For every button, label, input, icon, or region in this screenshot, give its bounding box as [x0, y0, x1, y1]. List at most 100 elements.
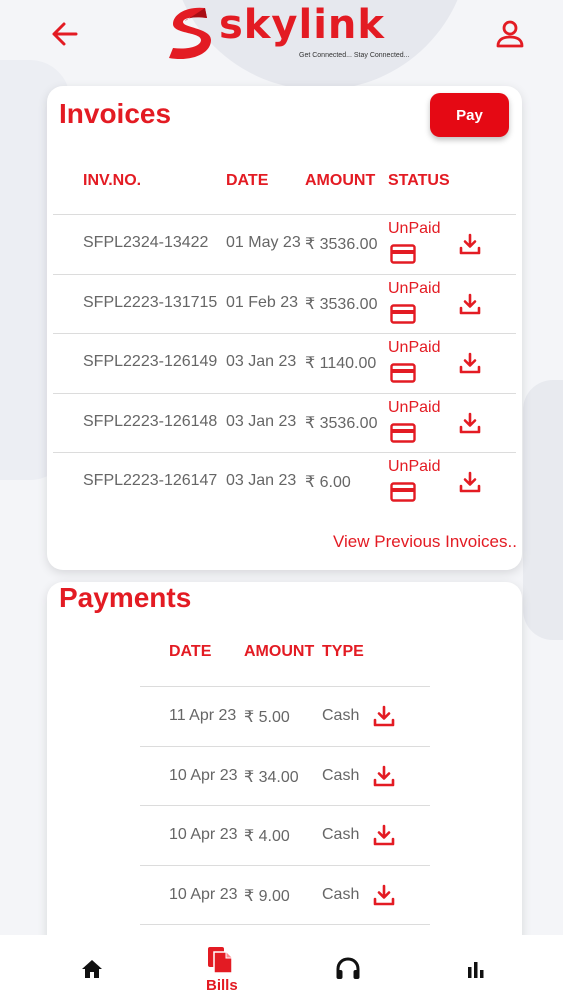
nav-bills-label: Bills	[206, 977, 238, 994]
payment-date: 10 Apr 23	[169, 885, 238, 903]
payment-amount: ₹ 5.00	[244, 709, 290, 726]
column-header-amount: AMOUNT	[244, 643, 315, 660]
profile-button[interactable]	[494, 18, 526, 50]
payment-date: 11 Apr 23	[169, 707, 237, 724]
payment-type: Cash	[322, 707, 360, 724]
column-header-date: DATE	[169, 643, 212, 660]
download-icon	[373, 824, 395, 846]
download-button[interactable]	[372, 764, 396, 788]
pay-card-button[interactable]	[390, 482, 416, 502]
payment-type: Cash	[322, 766, 360, 784]
invoice-date: 01 May 23	[226, 234, 301, 251]
row-divider	[53, 392, 516, 394]
status-badge: UnPaid	[388, 398, 441, 416]
back-button[interactable]	[50, 20, 80, 48]
row-divider	[140, 864, 430, 866]
row-divider	[140, 805, 430, 806]
column-header-inv-no: INV.NO.	[83, 172, 142, 189]
invoice-amount: ₹ 3536.00	[305, 295, 378, 313]
payment-type: Cash	[322, 826, 360, 843]
brand-tagline: Get Connected... Stay Connected...	[299, 52, 410, 59]
credit-card-icon	[390, 363, 416, 383]
column-header-status: STATUS	[388, 172, 450, 189]
payment-amount: ₹ 4.00	[244, 828, 290, 845]
download-icon	[459, 233, 481, 255]
download-button[interactable]	[372, 883, 396, 907]
download-icon	[459, 412, 481, 433]
bills-icon	[208, 947, 233, 974]
invoice-amount: ₹ 3536.00	[305, 414, 378, 432]
download-button[interactable]	[458, 292, 482, 316]
user-icon	[496, 20, 524, 48]
invoice-amount: ₹ 6.00	[305, 474, 351, 491]
download-icon	[459, 352, 481, 374]
headset-icon	[336, 957, 360, 979]
invoice-date: 01 Feb 23	[226, 293, 299, 311]
status-badge: UnPaid	[388, 220, 441, 237]
column-header-amount: AMOUNT	[305, 172, 376, 189]
pay-card-button[interactable]	[390, 422, 416, 443]
column-header-type: TYPE	[322, 643, 364, 660]
download-button[interactable]	[372, 823, 396, 847]
payment-amount: ₹ 34.00	[244, 768, 299, 786]
invoice-number: SFPL2324-13422	[83, 234, 209, 251]
pay-card-button[interactable]	[390, 303, 416, 324]
invoices-title: Invoices	[59, 98, 172, 129]
view-previous-invoices-link[interactable]: View Previous Invoices..	[333, 532, 517, 552]
invoice-number: SFPL2223-131715	[83, 293, 218, 311]
credit-card-icon	[390, 244, 416, 264]
nav-support[interactable]	[325, 935, 369, 1000]
arrow-left-icon	[52, 22, 78, 46]
status-badge: UnPaid	[388, 339, 441, 356]
row-divider	[53, 333, 516, 334]
pay-card-button[interactable]	[390, 244, 416, 264]
invoices-card: Invoices Pay INV.NO. DATE AMOUNT STATUS …	[47, 86, 522, 570]
download-icon	[373, 884, 395, 905]
payment-amount: ₹ 9.00	[244, 887, 290, 905]
row-divider	[140, 924, 430, 925]
background-shape-right	[523, 380, 563, 640]
payment-date: 10 Apr 23	[169, 826, 238, 843]
status-badge: UnPaid	[388, 279, 441, 297]
download-button[interactable]	[458, 232, 482, 256]
nav-bills[interactable]: Bills	[196, 935, 246, 1000]
home-icon	[82, 960, 102, 978]
credit-card-icon	[390, 303, 416, 324]
row-divider	[140, 745, 430, 747]
pay-card-button[interactable]	[390, 363, 416, 383]
nav-usage[interactable]	[455, 935, 499, 1000]
payment-date: 10 Apr 23	[169, 766, 238, 784]
download-button[interactable]	[372, 704, 396, 728]
invoice-amount: ₹ 1140.00	[305, 355, 377, 372]
brand-name: skylink	[219, 2, 385, 48]
invoice-date: 03 Jan 23	[226, 472, 297, 489]
invoice-number: SFPL2223-126148	[83, 412, 218, 430]
download-button[interactable]	[458, 470, 482, 494]
logo-mark-icon	[169, 7, 211, 60]
row-divider	[53, 273, 516, 275]
row-divider	[53, 214, 516, 215]
credit-card-icon	[390, 482, 416, 502]
app-header: skylink Get Connected... Stay Connected.…	[0, 0, 563, 72]
payments-card: Payments DATE AMOUNT TYPE 11 Apr 23 ₹ 5.0…	[47, 582, 522, 982]
invoice-date: 03 Jan 23	[226, 412, 297, 430]
nav-home[interactable]	[70, 935, 114, 1000]
credit-card-icon	[390, 422, 416, 443]
payment-type: Cash	[322, 885, 360, 903]
download-button[interactable]	[458, 411, 482, 435]
brand-logo: skylink Get Connected... Stay Connected.…	[165, 2, 425, 64]
invoice-number: SFPL2223-126147	[83, 472, 218, 489]
payments-title: Payments	[59, 582, 192, 613]
download-icon	[373, 705, 395, 727]
chart-icon	[468, 962, 484, 978]
download-button[interactable]	[458, 351, 482, 375]
status-badge: UnPaid	[388, 458, 441, 475]
download-icon	[459, 293, 481, 314]
invoice-number: SFPL2223-126149	[83, 353, 218, 370]
row-divider	[140, 686, 430, 687]
invoice-date: 03 Jan 23	[226, 353, 297, 370]
row-divider	[53, 452, 516, 453]
invoice-amount: ₹ 3536.00	[305, 236, 378, 253]
bottom-nav: Bills	[0, 935, 563, 1000]
pay-button[interactable]: Pay	[430, 93, 509, 137]
